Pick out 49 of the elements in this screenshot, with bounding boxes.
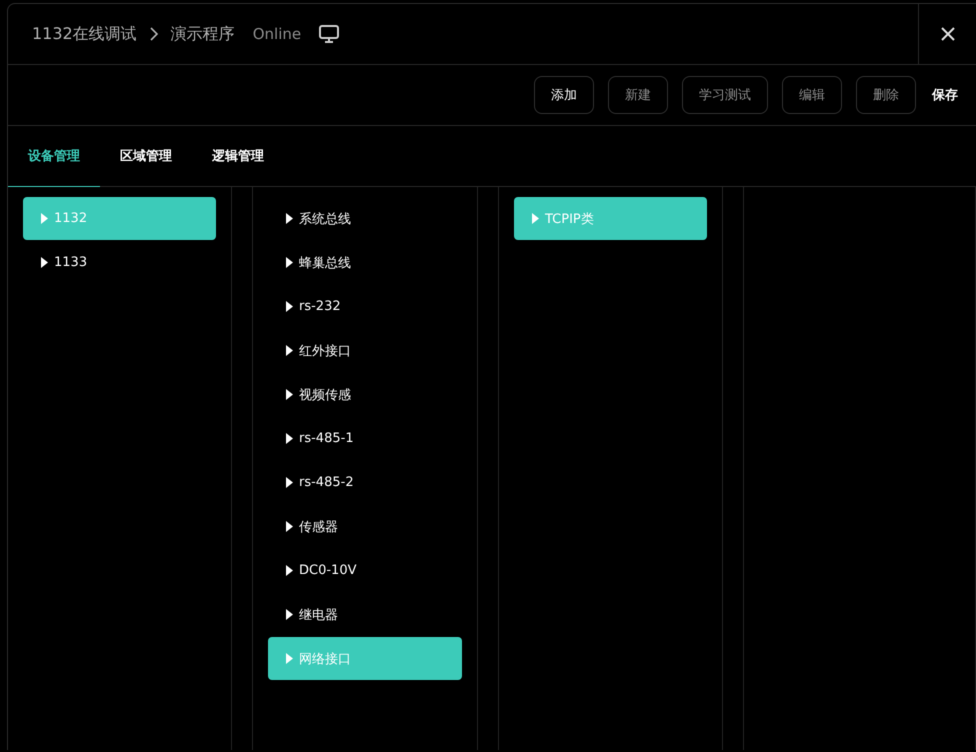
caret-icon xyxy=(532,213,539,224)
caret-icon xyxy=(286,257,293,268)
breadcrumb-item: 演示程序 xyxy=(170,24,235,44)
item-label: 1132 xyxy=(54,211,88,226)
caret-icon xyxy=(286,653,293,664)
tree-item[interactable]: rs-232 xyxy=(268,285,462,328)
item-label: 继电器 xyxy=(299,606,338,624)
monitor-icon[interactable] xyxy=(319,25,340,43)
connection-status: Online xyxy=(252,25,302,43)
caret-icon xyxy=(286,345,293,356)
item-label: 蜂巢总线 xyxy=(299,254,351,272)
tree-item[interactable]: 红外接口 xyxy=(268,329,462,372)
tree-item[interactable]: rs-485-2 xyxy=(268,461,462,504)
item-label: 红外接口 xyxy=(299,342,351,360)
caret-icon xyxy=(286,565,293,576)
chevron-icon xyxy=(148,27,159,41)
caret-icon xyxy=(286,433,293,444)
tree-item[interactable]: 视频传感 xyxy=(268,373,462,416)
caret-icon xyxy=(286,389,293,400)
tree-item[interactable]: rs-485-1 xyxy=(268,417,462,460)
caret-icon xyxy=(41,257,48,268)
item-label: TCPIP类 xyxy=(545,210,594,228)
item-label: 网络接口 xyxy=(299,650,351,668)
caret-icon xyxy=(286,609,293,620)
tree-item[interactable]: 传感器 xyxy=(268,505,462,548)
item-label: DC0-10V xyxy=(299,563,356,578)
item-label: rs-232 xyxy=(299,299,341,314)
tree-item[interactable]: 1133 xyxy=(23,241,216,284)
tree-item[interactable]: 系统总线 xyxy=(268,197,462,240)
toolbar-button[interactable]: 添加 xyxy=(534,76,594,114)
caret-icon xyxy=(286,521,293,532)
item-label: 1133 xyxy=(54,255,88,270)
tree-item[interactable]: DC0-10V xyxy=(268,549,462,592)
tree-item[interactable]: 蜂巢总线 xyxy=(268,241,462,284)
breadcrumb-item[interactable]: 1132在线调试 xyxy=(32,24,137,44)
caret-icon xyxy=(286,213,293,224)
item-label: rs-485-1 xyxy=(299,431,354,446)
close-icon xyxy=(940,27,954,41)
tab[interactable]: 区域管理 xyxy=(100,126,192,187)
caret-icon xyxy=(286,301,293,312)
item-label: 系统总线 xyxy=(299,210,351,228)
tree-item[interactable]: 继电器 xyxy=(268,593,462,636)
tab[interactable]: 设备管理 xyxy=(8,126,100,187)
caret-icon xyxy=(41,213,48,224)
item-label: 视频传感 xyxy=(299,386,351,404)
item-label: 传感器 xyxy=(299,518,338,536)
tab[interactable]: 逻辑管理 xyxy=(192,126,284,187)
caret-icon xyxy=(286,477,293,488)
item-label: rs-485-2 xyxy=(299,475,354,490)
